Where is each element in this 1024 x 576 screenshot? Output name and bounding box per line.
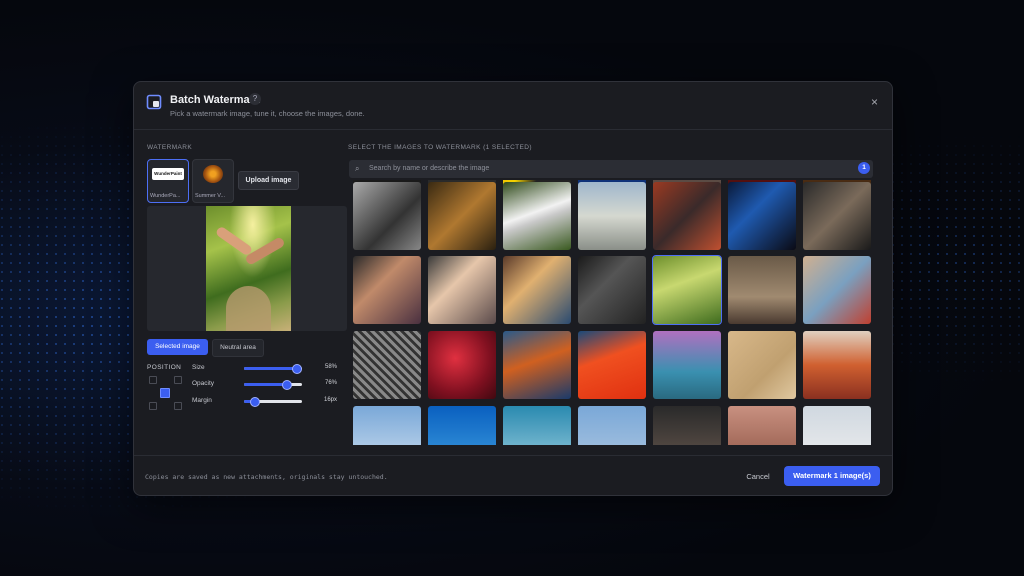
image-tile[interactable] <box>578 256 646 324</box>
image-tile[interactable] <box>428 331 496 399</box>
size-label: Size <box>192 364 205 371</box>
margin-slider-handle[interactable] <box>250 397 261 407</box>
margin-slider[interactable] <box>244 397 302 407</box>
image-tile[interactable] <box>353 182 421 250</box>
image-tile[interactable] <box>803 331 871 399</box>
image-tile[interactable] <box>653 331 721 399</box>
opacity-slider[interactable] <box>244 380 302 390</box>
size-value: 58% <box>324 364 337 370</box>
header-divider <box>134 129 892 130</box>
image-tile[interactable] <box>503 406 571 445</box>
position-top-left[interactable] <box>149 376 157 384</box>
search-input[interactable]: Search by name or describe the image <box>369 165 489 172</box>
margin-label: Margin <box>192 397 212 404</box>
image-tile[interactable] <box>728 182 796 250</box>
footer-note: Copies are saved as new attachments, ori… <box>145 473 388 481</box>
image-tile[interactable] <box>353 406 421 445</box>
tab-neutral-area[interactable]: Neutral area <box>212 339 264 357</box>
help-icon[interactable]: ? <box>249 93 261 105</box>
image-search-bar[interactable]: ⌕ Search by name or describe the image <box>349 160 873 178</box>
image-tile[interactable] <box>428 256 496 324</box>
close-icon[interactable]: × <box>871 95 878 109</box>
watermark-app-icon <box>146 94 162 110</box>
image-tile[interactable] <box>803 182 871 250</box>
images-section-label: SELECT THE IMAGES TO WATERMARK (1 SELECT… <box>348 144 532 151</box>
position-top-right[interactable] <box>174 376 182 384</box>
image-tile[interactable] <box>728 406 796 445</box>
opacity-label: Opacity <box>192 380 215 387</box>
position-center[interactable] <box>160 388 170 398</box>
watermark-option-summer[interactable]: Summer V... <box>192 159 234 203</box>
image-tile[interactable] <box>353 256 421 324</box>
image-tile[interactable] <box>728 331 796 399</box>
watermark-option-caption: WunderPa... <box>150 193 181 199</box>
wunderpaint-logo: WunderPaint <box>152 168 184 180</box>
dialog-title: Batch Watermark <box>170 94 261 106</box>
watermark-option-caption: Summer V... <box>195 193 226 199</box>
image-tile[interactable] <box>578 406 646 445</box>
image-tile[interactable] <box>728 256 796 324</box>
summer-logo <box>203 165 223 183</box>
selected-count-badge: 1 <box>858 162 870 174</box>
image-tile[interactable] <box>578 182 646 250</box>
image-tile[interactable] <box>653 182 721 250</box>
image-tile[interactable] <box>503 182 571 250</box>
size-slider[interactable] <box>244 364 303 374</box>
image-grid <box>352 180 874 445</box>
search-icon: ⌕ <box>355 164 360 173</box>
preview-image <box>206 206 291 331</box>
dialog-subtitle: Pick a watermark image, tune it, choose … <box>170 109 365 118</box>
watermark-preview <box>147 206 347 331</box>
position-bottom-right[interactable] <box>174 402 182 410</box>
image-tile[interactable] <box>428 406 496 445</box>
image-tile[interactable] <box>353 331 421 399</box>
image-tile[interactable] <box>503 331 571 399</box>
margin-value: 16px <box>323 397 337 403</box>
image-tile[interactable] <box>578 331 646 399</box>
image-tile[interactable] <box>803 406 871 445</box>
watermark-section-label: WATERMARK <box>147 144 193 151</box>
position-label: POSITION <box>147 364 182 371</box>
cancel-button[interactable]: Cancel <box>741 468 775 486</box>
image-tile-selected[interactable] <box>652 255 722 325</box>
position-picker <box>147 374 187 414</box>
watermark-option-wunderpaint[interactable]: WunderPaint WunderPa... <box>147 159 189 203</box>
watermark-submit-button[interactable]: Watermark 1 image(s) <box>784 466 880 486</box>
position-bottom-left[interactable] <box>149 402 157 410</box>
dialog-header: Batch Watermark ? Pick a watermark image… <box>134 82 892 126</box>
opacity-slider-handle[interactable] <box>281 380 292 390</box>
batch-watermark-dialog: Batch Watermark ? Pick a watermark image… <box>133 81 893 496</box>
tab-selected-image[interactable]: Selected image <box>147 339 208 355</box>
footer-divider <box>134 455 892 456</box>
image-tile[interactable] <box>653 406 721 445</box>
upload-image-button[interactable]: Upload image <box>238 171 299 190</box>
image-tile[interactable] <box>803 256 871 324</box>
image-tile[interactable] <box>428 182 496 250</box>
size-slider-handle[interactable] <box>292 364 303 374</box>
opacity-value: 76% <box>324 380 337 386</box>
image-tile[interactable] <box>503 256 571 324</box>
